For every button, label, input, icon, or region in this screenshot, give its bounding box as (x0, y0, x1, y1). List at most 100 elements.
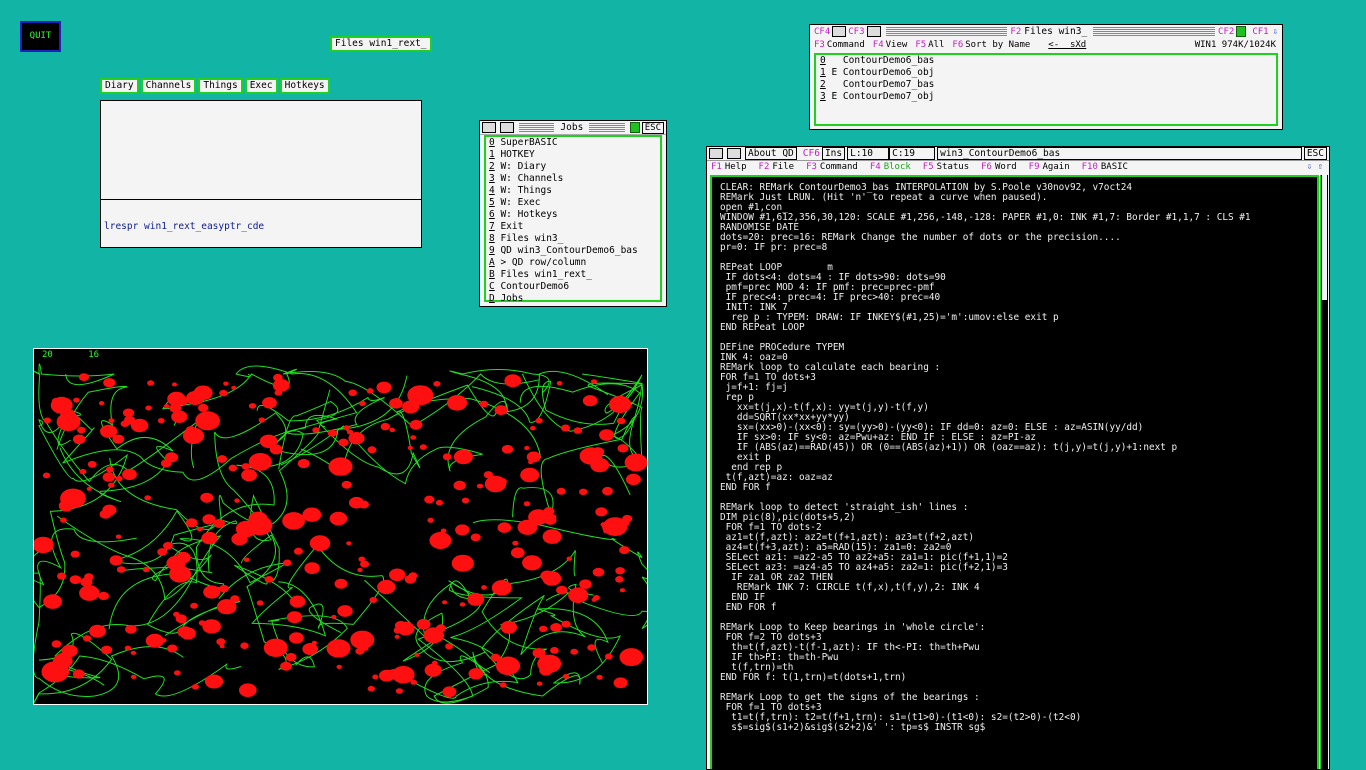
job-item[interactable]: 2 W: Diary (489, 161, 657, 173)
contour-dot (535, 417, 543, 424)
files-win1-label[interactable]: Files win1_rext_ (330, 36, 432, 52)
contour-dot (283, 559, 292, 567)
contour-dot (440, 528, 447, 533)
contour-dot (167, 644, 178, 653)
jobs-titlebar[interactable]: Jobs ESC (480, 121, 666, 135)
job-item[interactable]: C ContourDemo6 (489, 281, 657, 293)
command-line[interactable]: lrespr win1_rext_easyptr_cde (104, 221, 264, 232)
menu-sort[interactable]: Sort by Name (965, 40, 1030, 50)
contour-dot (145, 633, 164, 648)
code-area[interactable]: CLEAR: REMark ContourDemo3_bas INTERPOLA… (710, 175, 1319, 769)
menu-again[interactable]: Again (1043, 162, 1070, 172)
job-item[interactable]: 7 Exit (489, 221, 657, 233)
contour-dot (556, 487, 566, 495)
menu-status[interactable]: Status (937, 162, 970, 172)
job-item[interactable]: 3 W: Channels (489, 173, 657, 185)
window-move-icon[interactable] (482, 122, 496, 133)
contour-dot (517, 519, 538, 535)
menu-basic[interactable]: BASIC (1101, 162, 1128, 172)
files-list: 0 ContourDemo6_bas 1 E ContourDemo6_obj 2 … (814, 53, 1278, 126)
job-item[interactable]: 9 QD win3_ContourDemo6_bas (489, 245, 657, 257)
contour-dot (591, 597, 597, 602)
contour-dot (329, 511, 348, 526)
vertical-scrollbar[interactable] (1320, 175, 1328, 769)
contour-dot (615, 576, 624, 583)
job-item[interactable]: 1 HOTKEY (489, 149, 657, 161)
editor-titlebar[interactable]: About QD CF6 Ins L:10 C:19 win3_ContourD… (707, 147, 1329, 161)
contour-dot (219, 389, 228, 397)
scroll-thumb[interactable] (1322, 175, 1327, 300)
job-item[interactable]: A > QD row/column (489, 257, 657, 269)
contour-dot (395, 688, 403, 694)
cf4-key[interactable]: CF4 (814, 27, 830, 37)
job-item[interactable]: 0 SuperBASIC (489, 137, 657, 149)
menu-hotkeys[interactable]: Hotkeys (279, 78, 330, 94)
about-button[interactable]: About QD (745, 147, 797, 160)
f6-key: F6 (952, 39, 964, 50)
files-titlebar[interactable]: CF4 CF3 F2 Files win3_ CF2 CF1 ⇩ (810, 25, 1282, 38)
contour-dot (435, 499, 443, 506)
menu-view[interactable]: View (886, 40, 908, 50)
scroll-arrows-icon[interactable]: ⇩ ⇧ (1307, 162, 1323, 172)
file-item[interactable]: 0 ContourDemo6_bas (820, 55, 1272, 67)
esc-button[interactable]: ESC (641, 121, 664, 134)
menu-exec[interactable]: Exec (244, 78, 278, 94)
f2-key[interactable]: F2 (1010, 27, 1021, 37)
job-item[interactable]: 6 W: Hotkeys (489, 209, 657, 221)
window-move-icon[interactable] (832, 26, 847, 37)
file-label: ContourDemo7_bas (825, 79, 935, 90)
contour-dot (241, 469, 257, 482)
wake-icon[interactable] (629, 122, 640, 133)
window-resize-icon[interactable] (727, 148, 741, 159)
cf2-key[interactable]: CF2 (1218, 27, 1234, 37)
menu-block[interactable]: Block (884, 162, 911, 172)
job-item[interactable]: 8 Files win3_ (489, 233, 657, 245)
menu-command[interactable]: Command (827, 40, 865, 50)
file-item[interactable]: 2 ContourDemo7_bas (820, 79, 1272, 91)
window-move-icon[interactable] (709, 148, 723, 159)
window-resize-icon[interactable] (500, 122, 514, 133)
arrow-down-icon[interactable]: ⇩ (1273, 27, 1278, 37)
menu-things[interactable]: Things (198, 78, 243, 94)
job-item[interactable]: 5 W: Exec (489, 197, 657, 209)
contour-dot (248, 403, 257, 409)
menu-all[interactable]: All (928, 40, 944, 50)
insert-mode[interactable]: Ins (821, 147, 846, 160)
contour-dot (362, 646, 369, 651)
nav-path[interactable]: <- sXd (1048, 40, 1086, 50)
menu-file[interactable]: File (772, 162, 794, 172)
column-indicator: C:19 (889, 147, 936, 160)
contour-dot (217, 455, 228, 463)
contour-dot (256, 600, 264, 606)
fkey-again: F9 (1028, 162, 1040, 172)
job-item[interactable]: D Jobs (489, 293, 657, 305)
file-item[interactable]: 3 E ContourDemo7_obj (820, 91, 1272, 103)
esc-button[interactable]: ESC (1303, 147, 1327, 160)
file-item[interactable]: 1 E ContourDemo6_obj (820, 67, 1272, 79)
menu-diary[interactable]: Diary (100, 78, 139, 94)
file-name: win3_ContourDemo6_bas (937, 147, 1302, 160)
contour-dot (372, 674, 379, 680)
quit-button[interactable]: QUIT (20, 21, 61, 52)
contour-dot (147, 380, 155, 386)
contour-dot (582, 395, 598, 407)
contour-dot (263, 638, 288, 657)
menu-command[interactable]: Command (820, 162, 858, 172)
cf3-key[interactable]: CF3 (848, 27, 864, 37)
job-item[interactable]: 4 W: Things (489, 185, 657, 197)
menu-help[interactable]: Help (725, 162, 747, 172)
contour-dot (191, 684, 199, 690)
contour-dot (341, 480, 352, 489)
contour-dot (561, 620, 571, 628)
contour-dot (427, 517, 434, 523)
window-resize-icon[interactable] (866, 26, 881, 37)
job-item[interactable]: B Files win1_rext_ (489, 269, 657, 281)
menu-word[interactable]: Word (995, 162, 1017, 172)
contour-dot (442, 453, 452, 461)
cf1-key[interactable]: CF1 (1252, 27, 1268, 37)
contour-dot (164, 452, 179, 463)
line-indicator: L:10 (847, 147, 890, 160)
wake-icon[interactable] (1236, 26, 1247, 37)
menu-channels[interactable]: Channels (140, 78, 197, 94)
contour-dot (234, 498, 240, 503)
